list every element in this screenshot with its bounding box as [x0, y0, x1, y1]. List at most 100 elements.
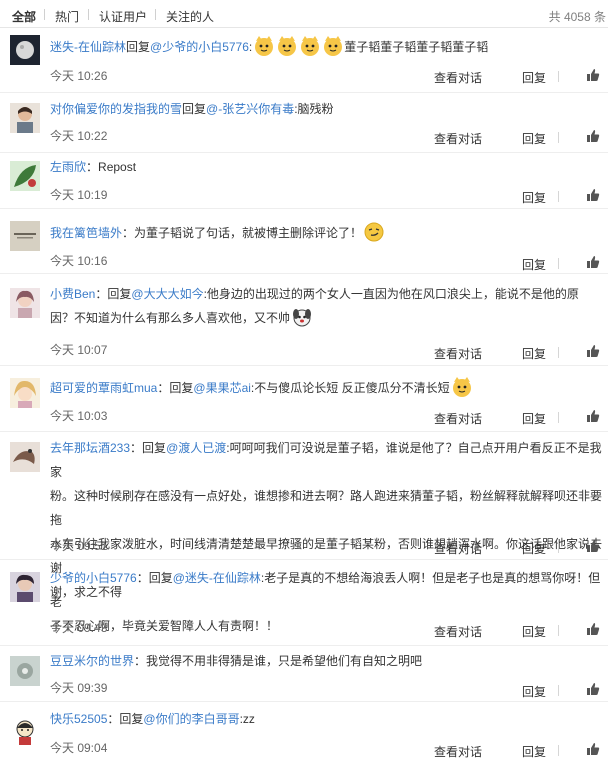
- thumbs-up-icon[interactable]: [586, 129, 600, 143]
- comment-text: 小费Ben：回复@大大大如今:他身边的出现过的两个女人一直因为他在风口浪尖上，能…: [50, 282, 606, 330]
- avatar[interactable]: [10, 442, 40, 472]
- thumbs-up-icon[interactable]: [586, 68, 600, 82]
- tab-divider: [155, 9, 156, 20]
- comment-username[interactable]: 左雨欣: [50, 160, 86, 174]
- doge-cat-emoji: [451, 376, 473, 398]
- doge-cat-emoji: [299, 35, 321, 57]
- comment-text: 超可爱的覃雨虹mua：回复@果果芯ai:不与傻瓜论长短 反正傻瓜分不清长短: [50, 376, 606, 400]
- thumbs-up-icon[interactable]: [586, 255, 600, 269]
- comment-username[interactable]: 对你偏爱你的发指我的雪: [50, 102, 182, 116]
- comment-item: 左雨欣：Repost 今天 10:19 回复: [0, 153, 608, 209]
- avatar[interactable]: [10, 716, 40, 746]
- action-divider: [558, 132, 559, 143]
- comment-body: Repost: [98, 160, 137, 174]
- comment-username[interactable]: 豆豆米尔的世界: [50, 654, 134, 668]
- comment-time: 今天 10:22: [50, 129, 108, 143]
- thumbs-up-icon[interactable]: [586, 344, 600, 358]
- reply-link[interactable]: 回复: [522, 623, 546, 640]
- comment-body: :zz: [239, 712, 255, 726]
- comment-body-line: 粉。这种时候刷存在感没有一点好处，谁想掺和进去啊？路人跑进来猜董子韬，粉丝解释就…: [50, 489, 603, 527]
- tab-following[interactable]: 关注的人: [166, 8, 214, 25]
- comment-text: 豆豆米尔的世界：我觉得不用非得猜是谁，只是希望他们有自知之明吧: [50, 649, 606, 673]
- view-conversation-link[interactable]: 查看对话: [434, 69, 482, 86]
- view-conversation-link[interactable]: 查看对话: [434, 540, 482, 557]
- view-conversation-link[interactable]: 查看对话: [434, 743, 482, 760]
- action-divider: [558, 71, 559, 82]
- comment-total-count: 共 4058 条: [548, 10, 606, 24]
- action-divider: [558, 542, 559, 553]
- mention-link[interactable]: @你们的李白哥哥: [143, 712, 239, 726]
- comment-username[interactable]: 迷失-在仙踪林: [50, 40, 126, 54]
- mention-link[interactable]: @大大大如今: [131, 287, 203, 301]
- avatar[interactable]: [10, 572, 40, 602]
- thumbs-up-icon[interactable]: [586, 539, 600, 553]
- doge-cat-emoji: [253, 35, 275, 57]
- view-conversation-link[interactable]: 查看对话: [434, 345, 482, 362]
- comment-time: 今天 09:04: [50, 741, 108, 755]
- avatar[interactable]: [10, 35, 40, 65]
- reply-link[interactable]: 回复: [522, 130, 546, 147]
- comment-item: 小费Ben：回复@大大大如今:他身边的出现过的两个女人一直因为他在风口浪尖上，能…: [0, 274, 608, 366]
- avatar[interactable]: [10, 161, 40, 191]
- reply-prefix: 回复: [142, 441, 167, 455]
- action-divider: [558, 347, 559, 358]
- avatar[interactable]: [10, 288, 40, 318]
- tab-hot[interactable]: 热门: [55, 8, 79, 25]
- tab-divider: [88, 9, 89, 20]
- view-conversation-link[interactable]: 查看对话: [434, 410, 482, 427]
- comment-text: 对你偏爱你的发指我的雪回复@-张艺兴你有毒:脑残粉: [50, 97, 606, 121]
- colon-separator: ：: [130, 441, 143, 455]
- thumbs-up-icon[interactable]: [586, 682, 600, 696]
- mention-link[interactable]: @少爷的小白5776: [150, 40, 249, 54]
- comment-username[interactable]: 我在篱笆墙外: [50, 226, 122, 240]
- avatar[interactable]: [10, 656, 40, 686]
- comment-text: 迷失-在仙踪林回复@少爷的小白5776: 董子韬董子韬董子韬董子韬: [50, 35, 606, 59]
- thumbs-up-icon[interactable]: [586, 188, 600, 202]
- doge-cat-emoji: [322, 35, 344, 57]
- mention-link[interactable]: @-张艺兴你有毒: [206, 102, 294, 116]
- mention-link[interactable]: @迷失-在仙踪林: [173, 571, 261, 585]
- comment-username[interactable]: 少爷的小白5776: [50, 571, 137, 585]
- comment-username[interactable]: 去年那坛酒233: [50, 441, 130, 455]
- comment-body-line: :他身边的出现过的两个女人一直因为他在风口浪尖上，能说不是他的原: [203, 287, 579, 301]
- tab-divider: [44, 9, 45, 20]
- mention-link[interactable]: @渡人已渡: [166, 441, 226, 455]
- action-divider: [558, 745, 559, 756]
- reply-link[interactable]: 回复: [522, 410, 546, 427]
- tab-all[interactable]: 全部: [12, 8, 36, 25]
- view-conversation-link[interactable]: 查看对话: [434, 623, 482, 640]
- comment-username[interactable]: 超可爱的覃雨虹mua: [50, 381, 157, 395]
- reply-link[interactable]: 回复: [522, 683, 546, 700]
- comment-body: 我觉得不用非得猜是谁，只是希望他们有自知之明吧: [146, 654, 423, 668]
- colon-separator: ：: [107, 712, 120, 726]
- comment-username[interactable]: 小费Ben: [50, 287, 95, 301]
- comment-time: 今天 10:16: [50, 254, 108, 268]
- reply-link[interactable]: 回复: [522, 69, 546, 86]
- reply-link[interactable]: 回复: [522, 189, 546, 206]
- comment-text: 我在篱笆墙外：为董子韬说了句话，就被博主删除评论了！: [50, 221, 606, 245]
- view-conversation-link[interactable]: 查看对话: [434, 130, 482, 147]
- reply-link[interactable]: 回复: [522, 345, 546, 362]
- thumbs-up-icon[interactable]: [586, 622, 600, 636]
- colon-separator: ：: [134, 654, 147, 668]
- tab-verified-users[interactable]: 认证用户: [99, 8, 147, 25]
- avatar[interactable]: [10, 221, 40, 251]
- reply-link[interactable]: 回复: [522, 256, 546, 273]
- comment-item: 快乐52505：回复@你们的李白哥哥:zz 今天 09:04 查看对话 回复: [0, 702, 608, 770]
- comment-body: 董子韬董子韬董子韬董子韬: [344, 40, 489, 54]
- reply-link[interactable]: 回复: [522, 743, 546, 760]
- mention-link[interactable]: @果果芯ai: [193, 381, 251, 395]
- comment-text: 左雨欣：Repost: [50, 155, 606, 179]
- action-divider: [558, 191, 559, 202]
- comment-body: :脑残粉: [294, 102, 334, 116]
- comment-item: 少爷的小白5776：回复@迷失-在仙踪林:老子是真的不想给海浪丢人啊！但是老子也…: [0, 560, 608, 646]
- doge-cat-emoji: [276, 35, 298, 57]
- comment-username[interactable]: 快乐52505: [50, 712, 107, 726]
- avatar[interactable]: [10, 378, 40, 408]
- comment-time: 今天 10:03: [50, 409, 108, 423]
- action-divider: [558, 685, 559, 696]
- thumbs-up-icon[interactable]: [586, 409, 600, 423]
- avatar[interactable]: [10, 103, 40, 133]
- thumbs-up-icon[interactable]: [586, 742, 600, 756]
- reply-link[interactable]: 回复: [522, 540, 546, 557]
